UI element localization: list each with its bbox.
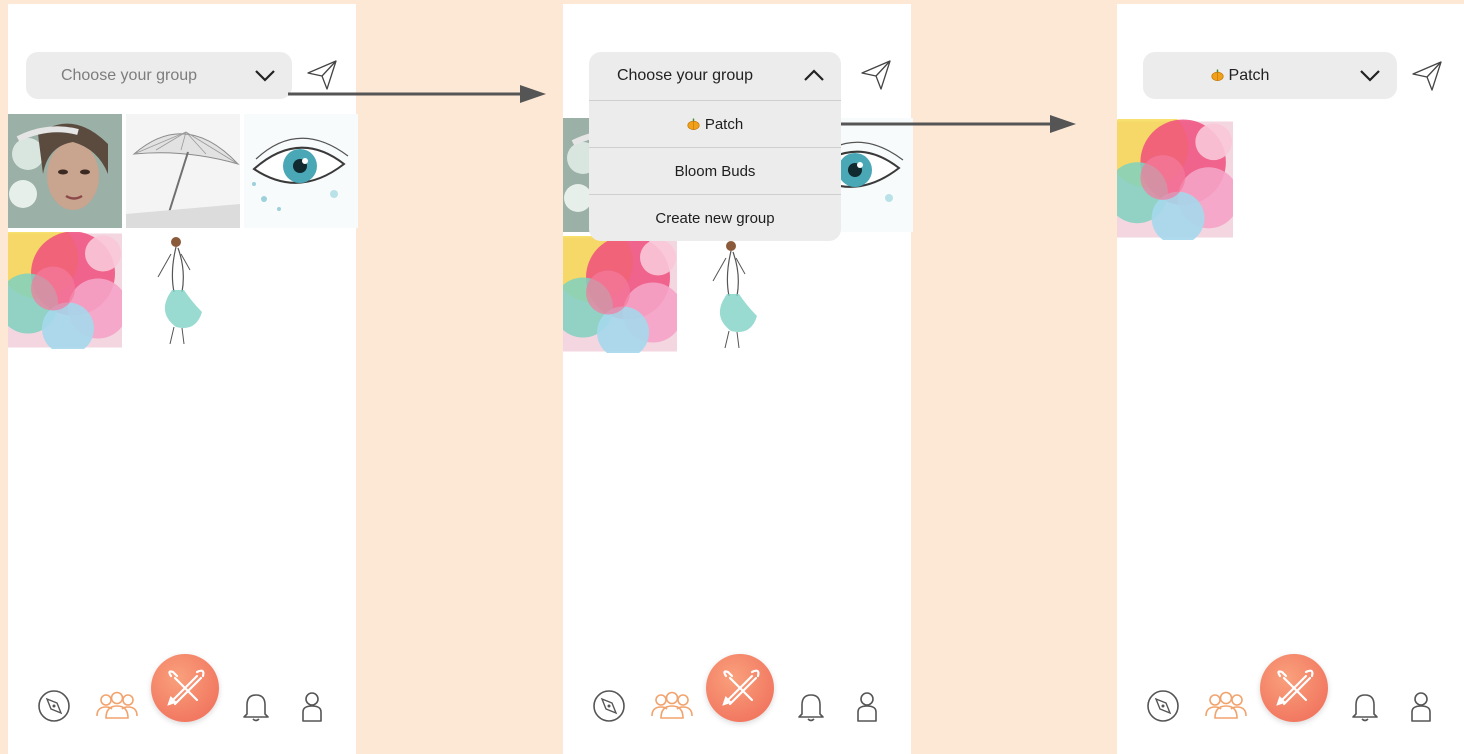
create-art-button[interactable] <box>1260 654 1328 722</box>
compass-icon[interactable] <box>1145 688 1181 724</box>
pumpkin-icon <box>687 118 700 130</box>
create-art-button[interactable] <box>151 654 219 722</box>
gallery-image-woman-portrait[interactable] <box>8 114 122 228</box>
gallery-image-color-splash[interactable] <box>563 236 677 353</box>
group-selector[interactable]: Patch <box>1143 52 1397 99</box>
gallery-image-eye-watercolor[interactable] <box>244 114 358 228</box>
group-dropdown-menu: Patch Bloom Buds Create new group <box>589 100 841 241</box>
group-selector[interactable]: Choose your group <box>26 52 292 99</box>
gallery-image-dancer-sketch[interactable] <box>126 232 240 346</box>
chevron-down-icon[interactable] <box>254 66 276 84</box>
send-icon[interactable] <box>859 58 893 92</box>
gallery-image-dancer-sketch[interactable] <box>681 236 795 350</box>
pencil-brush-icon <box>722 669 760 706</box>
chevron-down-icon[interactable] <box>1359 66 1381 84</box>
dropdown-item-label: Bloom Buds <box>674 162 756 180</box>
group-icon[interactable] <box>94 688 140 724</box>
pencil-brush-icon <box>167 669 205 706</box>
gallery-image-color-splash[interactable] <box>1117 119 1233 240</box>
phone-screen-1: Choose your group <box>8 4 356 754</box>
bottom-navigation <box>1117 654 1464 734</box>
group-selector[interactable]: Choose your group <box>589 52 841 100</box>
pencil-brush-icon <box>1276 669 1314 706</box>
dropdown-item-bloom-buds[interactable]: Bloom Buds <box>589 147 841 194</box>
pumpkin-icon <box>1211 69 1224 81</box>
group-selector-value: Patch <box>1143 67 1337 85</box>
bell-icon[interactable] <box>238 688 274 724</box>
bottom-navigation <box>563 654 911 734</box>
profile-icon[interactable] <box>849 688 885 724</box>
dropdown-item-label: Create new group <box>655 209 775 227</box>
dropdown-item-label: Patch <box>704 115 744 133</box>
group-selector-label: Choose your group <box>60 66 198 84</box>
gallery-image-color-splash[interactable] <box>8 232 122 349</box>
bottom-navigation <box>8 654 356 734</box>
group-icon[interactable] <box>649 688 695 724</box>
create-art-button[interactable] <box>706 654 774 722</box>
phone-screen-3: Patch <box>1117 4 1464 754</box>
send-icon[interactable] <box>1410 59 1444 93</box>
flow-arrow-2 <box>820 115 1076 133</box>
chevron-up-icon[interactable] <box>803 66 825 84</box>
group-selector-label: Patch <box>1228 66 1270 84</box>
compass-icon[interactable] <box>591 688 627 724</box>
profile-icon[interactable] <box>294 688 330 724</box>
bell-icon[interactable] <box>1347 688 1383 724</box>
profile-icon[interactable] <box>1403 688 1439 724</box>
flow-arrow-1 <box>288 85 546 103</box>
group-icon[interactable] <box>1203 688 1249 724</box>
bell-icon[interactable] <box>793 688 829 724</box>
dropdown-item-patch[interactable]: Patch <box>589 100 841 147</box>
gallery-image-umbrella-sketch[interactable] <box>126 114 240 228</box>
compass-icon[interactable] <box>36 688 72 724</box>
group-selector-label: Choose your group <box>616 67 754 84</box>
dropdown-item-create-new-group[interactable]: Create new group <box>589 194 841 241</box>
